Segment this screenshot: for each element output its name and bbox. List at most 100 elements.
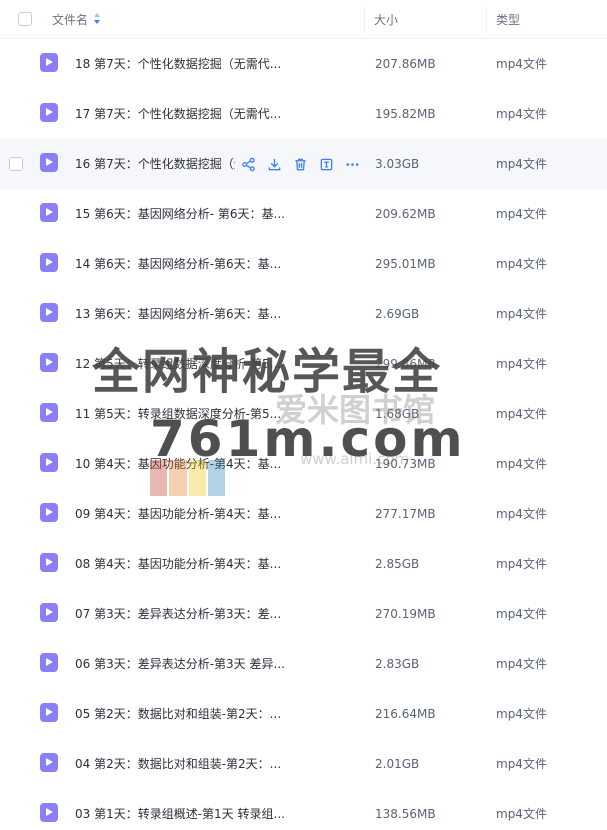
rename-icon[interactable]: [318, 156, 334, 172]
select-all-checkbox[interactable]: [18, 0, 32, 38]
file-type: mp4文件: [496, 257, 547, 271]
file-size: 2.69GB: [375, 307, 420, 321]
column-header-type[interactable]: 类型: [496, 0, 520, 38]
file-row[interactable]: 07 第3天：差异表达分析-第3天：差... 270.19MB mp4文件: [0, 589, 607, 639]
video-file-icon: [40, 803, 58, 822]
file-name[interactable]: 07 第3天：差异表达分析-第3天：差...: [75, 589, 285, 639]
file-size: 1.68GB: [375, 407, 420, 421]
file-size: 216.64MB: [375, 707, 436, 721]
video-file-icon: [40, 103, 58, 122]
file-name[interactable]: 09 第4天：基因功能分析-第4天：基...: [75, 489, 285, 539]
file-size: 138.56MB: [375, 807, 436, 821]
file-name[interactable]: 03 第1天：转录组概述-第1天 转录组...: [75, 789, 285, 830]
file-type: mp4文件: [496, 607, 547, 621]
file-type: mp4文件: [496, 657, 547, 671]
video-file-icon: [40, 253, 58, 272]
file-name[interactable]: 10 第4天：基因功能分析-第4天：基...: [75, 439, 285, 489]
file-size: 3.03GB: [375, 157, 420, 171]
file-name[interactable]: 06 第3天：差异表达分析-第3天 差异...: [75, 639, 285, 689]
file-row[interactable]: 13 第6天：基因网络分析-第6天：基... 2.69GB mp4文件: [0, 289, 607, 339]
file-name[interactable]: 05 第2天：数据比对和组装-第2天：...: [75, 689, 285, 739]
file-size: 2.83GB: [375, 657, 420, 671]
column-header-name-label: 文件名: [52, 12, 89, 27]
file-row[interactable]: 10 第4天：基因功能分析-第4天：基... 190.73MB mp4文件: [0, 439, 607, 489]
video-file-icon: [40, 603, 58, 622]
file-type: mp4文件: [496, 457, 547, 471]
file-row[interactable]: 04 第2天：数据比对和组装-第2天：... 2.01GB mp4文件: [0, 739, 607, 789]
file-row[interactable]: 05 第2天：数据比对和组装-第2天：... 216.64MB mp4文件: [0, 689, 607, 739]
video-file-icon: [40, 753, 58, 772]
file-size: 295.01MB: [375, 257, 436, 271]
video-file-icon: [40, 203, 58, 222]
video-file-icon: [40, 353, 58, 372]
file-name[interactable]: 12 第5天：转录组数据深度分析-第5...: [75, 339, 285, 389]
video-file-icon: [40, 153, 58, 172]
column-header-name[interactable]: 文件名: [52, 0, 101, 38]
file-size: 277.17MB: [375, 507, 436, 521]
file-type: mp4文件: [496, 57, 547, 71]
file-size: 195.82MB: [375, 107, 436, 121]
row-checkbox[interactable]: [9, 157, 23, 171]
file-list: 18 第7天：个性化数据挖掘（无需代... 207.86MB mp4文件 17 第7天…: [0, 39, 607, 830]
file-row[interactable]: 03 第1天：转录组概述-第1天 转录组... 138.56MB mp4文件: [0, 789, 607, 830]
file-name[interactable]: 08 第4天：基因功能分析-第4天：基...: [75, 539, 285, 589]
file-type: mp4文件: [496, 157, 547, 171]
file-size: 207.86MB: [375, 57, 436, 71]
column-divider[interactable]: [364, 6, 365, 34]
file-row[interactable]: 11 第5天：转录组数据深度分析-第5... 1.68GB mp4文件: [0, 389, 607, 439]
video-file-icon: [40, 303, 58, 322]
more-icon[interactable]: [344, 156, 360, 172]
file-type: mp4文件: [496, 707, 547, 721]
file-name[interactable]: 11 第5天：转录组数据深度分析-第5...: [75, 389, 285, 439]
file-size: 190.73MB: [375, 457, 436, 471]
file-name[interactable]: 04 第2天：数据比对和组装-第2天：...: [75, 739, 285, 789]
file-row[interactable]: 16 第7天：个性化数据挖掘（无需代... 3.03GB mp4文件: [0, 139, 607, 189]
file-name[interactable]: 16 第7天：个性化数据挖掘（无需代...: [75, 139, 235, 189]
video-file-icon: [40, 503, 58, 522]
file-name[interactable]: 15 第6天：基因网络分析- 第6天：基...: [75, 189, 285, 239]
file-type: mp4文件: [496, 307, 547, 321]
file-type: mp4文件: [496, 357, 547, 371]
file-name[interactable]: 18 第7天：个性化数据挖掘（无需代...: [75, 39, 285, 89]
video-file-icon: [40, 653, 58, 672]
file-row[interactable]: 06 第3天：差异表达分析-第3天 差异... 2.83GB mp4文件: [0, 639, 607, 689]
column-header-type-label: 类型: [496, 12, 521, 27]
share-icon[interactable]: [240, 156, 256, 172]
file-size: 209.62MB: [375, 207, 436, 221]
file-type: mp4文件: [496, 507, 547, 521]
file-row[interactable]: 08 第4天：基因功能分析-第4天：基... 2.85GB mp4文件: [0, 539, 607, 589]
column-header-size[interactable]: 大小: [374, 0, 398, 38]
file-list-page: 文件名 大小 类型 18 第7天：个性化数据挖掘（无需代... 207.86MB m…: [0, 0, 607, 830]
delete-icon[interactable]: [292, 156, 308, 172]
row-actions: [240, 154, 360, 174]
column-divider[interactable]: [486, 6, 487, 34]
file-size: 270.19MB: [375, 607, 436, 621]
video-file-icon: [40, 553, 58, 572]
file-row[interactable]: 18 第7天：个性化数据挖掘（无需代... 207.86MB mp4文件: [0, 39, 607, 89]
file-type: mp4文件: [496, 557, 547, 571]
file-name[interactable]: 14 第6天：基因网络分析-第6天：基...: [75, 239, 285, 289]
download-icon[interactable]: [266, 156, 282, 172]
file-type: mp4文件: [496, 757, 547, 771]
file-name[interactable]: 13 第6天：基因网络分析-第6天：基...: [75, 289, 285, 339]
file-name[interactable]: 17 第7天：个性化数据挖掘（无需代...: [75, 89, 285, 139]
file-type: mp4文件: [496, 207, 547, 221]
file-row[interactable]: 15 第6天：基因网络分析- 第6天：基... 209.62MB mp4文件: [0, 189, 607, 239]
sort-icon[interactable]: [94, 13, 101, 25]
file-size: 2.01GB: [375, 757, 420, 771]
checkbox-box[interactable]: [9, 157, 23, 171]
video-file-icon: [40, 703, 58, 722]
file-row[interactable]: 12 第5天：转录组数据深度分析-第5... 299.86MB mp4文件: [0, 339, 607, 389]
file-size: 299.86MB: [375, 357, 436, 371]
video-file-icon: [40, 403, 58, 422]
file-row[interactable]: 17 第7天：个性化数据挖掘（无需代... 195.82MB mp4文件: [0, 89, 607, 139]
file-type: mp4文件: [496, 107, 547, 121]
column-header-size-label: 大小: [374, 12, 399, 27]
file-table-header: 文件名 大小 类型: [0, 0, 607, 39]
file-row[interactable]: 09 第4天：基因功能分析-第4天：基... 277.17MB mp4文件: [0, 489, 607, 539]
file-row[interactable]: 14 第6天：基因网络分析-第6天：基... 295.01MB mp4文件: [0, 239, 607, 289]
checkbox-box[interactable]: [18, 12, 32, 26]
video-file-icon: [40, 453, 58, 472]
file-type: mp4文件: [496, 807, 547, 821]
file-size: 2.85GB: [375, 557, 420, 571]
